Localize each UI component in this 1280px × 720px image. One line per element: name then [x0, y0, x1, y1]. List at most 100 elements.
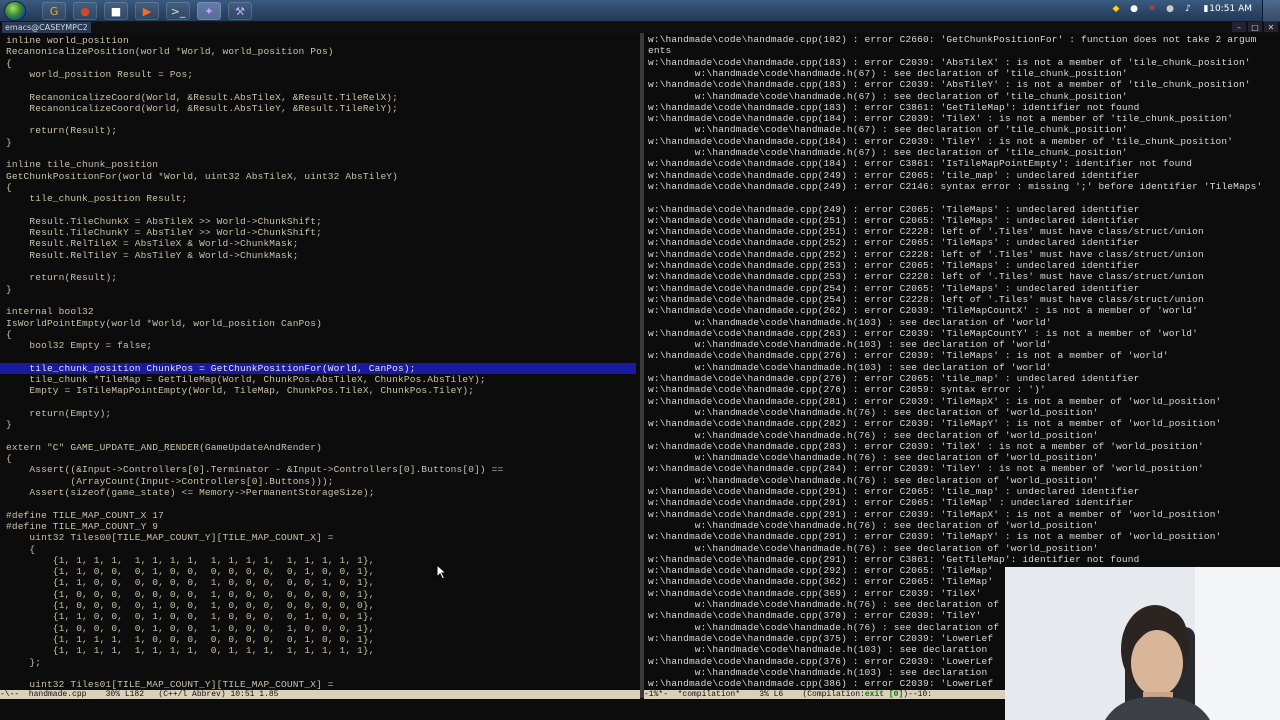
- compilation-error-line[interactable]: w:\handmade\code\handmade.h(103) : see d…: [648, 667, 987, 678]
- tray-icon[interactable]: ●: [1164, 3, 1176, 15]
- taskbar-app-button[interactable]: ■: [104, 2, 128, 20]
- tray-icon[interactable]: ✕: [1146, 3, 1158, 15]
- compilation-error-line[interactable]: w:\handmade\code\handmade.h(103) : see d…: [648, 339, 1052, 350]
- compilation-error-line[interactable]: w:\handmade\code\handmade.h(67) : see de…: [648, 91, 1128, 102]
- compilation-error-line[interactable]: w:\handmade\code\handmade.h(67) : see de…: [648, 124, 1128, 135]
- code-line: GetChunkPositionFor(world *World, uint32…: [6, 170, 399, 182]
- code-line: {1, 1, 1, 1, 1, 0, 0, 0, 0, 0, 0, 0, 0, …: [6, 633, 375, 645]
- compilation-error-line[interactable]: w:\handmade\code\handmade.cpp(184) : err…: [648, 136, 1233, 147]
- compilation-error-line[interactable]: w:\handmade\code\handmade.h(76) : see de…: [648, 407, 1099, 418]
- code-line: {1, 1, 0, 0, 0, 0, 0, 0, 1, 0, 0, 0, 0, …: [6, 577, 375, 589]
- compilation-error-line[interactable]: w:\handmade\code\handmade.cpp(251) : err…: [648, 215, 1139, 226]
- code-line: RecanonicalizePosition(world *World, wor…: [6, 46, 334, 58]
- compilation-error-line[interactable]: w:\handmade\code\handmade.cpp(184) : err…: [648, 113, 1233, 124]
- compilation-error-line[interactable]: w:\handmade\code\handmade.cpp(183) : err…: [648, 102, 1139, 113]
- code-editor-pane[interactable]: inline world_position RecanonicalizePosit…: [0, 33, 640, 690]
- compilation-error-line[interactable]: w:\handmade\code\handmade.cpp(291) : err…: [648, 486, 1139, 497]
- compilation-error-line[interactable]: w:\handmade\code\handmade.cpp(276) : err…: [648, 373, 1139, 384]
- code-line: #define TILE_MAP_COUNT_Y 9: [6, 520, 159, 532]
- compilation-error-line[interactable]: w:\handmade\code\handmade.cpp(291) : err…: [648, 509, 1221, 520]
- code-line: tile_chunk *TileMap = GetTileMap(World, …: [6, 374, 486, 385]
- compilation-error-line[interactable]: w:\handmade\code\handmade.h(76) : see de…: [648, 430, 1099, 441]
- compilation-error-line[interactable]: w:\handmade\code\handmade.cpp(183) : err…: [648, 57, 1251, 68]
- compilation-error-line[interactable]: w:\handmade\code\handmade.h(103) : see d…: [648, 362, 1052, 373]
- compilation-error-line[interactable]: w:\handmade\code\handmade.h(76) : see de…: [648, 452, 1099, 463]
- compilation-error-line[interactable]: w:\handmade\code\handmade.cpp(291) : err…: [648, 497, 1134, 508]
- compilation-error-line[interactable]: w:\handmade\code\handmade.cpp(263) : err…: [648, 328, 1198, 339]
- compilation-error-line[interactable]: w:\handmade\code\handmade.cpp(386) : err…: [648, 678, 993, 689]
- code-line: Result.TileChunkX = AbsTileX >> World->C…: [6, 215, 322, 227]
- compilation-error-line[interactable]: w:\handmade\code\handmade.cpp(370) : err…: [648, 610, 982, 621]
- compilation-error-line[interactable]: w:\handmade\code\handmade.cpp(282) : err…: [648, 418, 1221, 429]
- taskbar-app-button[interactable]: ▶: [135, 2, 159, 20]
- system-tray: ◆ ● ✕ ● ♪ ▮: [1110, 3, 1212, 15]
- compilation-error-line[interactable]: w:\handmade\code\handmade.cpp(291) : err…: [648, 554, 1139, 565]
- compilation-error-line[interactable]: w:\handmade\code\handmade.h(76) : see de…: [648, 599, 999, 610]
- compilation-modeline-right: )--10:: [903, 690, 933, 699]
- code-line: Assert(sizeof(game_state) <= Memory->Per…: [6, 487, 375, 498]
- webcam-overlay: [1005, 567, 1280, 720]
- code-line: {1, 1, 0, 0, 0, 1, 0, 0, 0, 0, 0, 0, 0, …: [6, 566, 375, 578]
- compilation-error-line[interactable]: w:\handmade\code\handmade.h(76) : see de…: [648, 475, 1099, 486]
- code-line-current: tile_chunk_position ChunkPos = GetChunkP…: [0, 362, 636, 374]
- compilation-error-line[interactable]: w:\handmade\code\handmade.cpp(253) : err…: [648, 260, 1139, 271]
- tray-icon[interactable]: ◆: [1110, 3, 1122, 15]
- compilation-error-line[interactable]: w:\handmade\code\handmade.h(67) : see de…: [648, 68, 1128, 79]
- compilation-error-line[interactable]: w:\handmade\code\handmade.cpp(369) : err…: [648, 588, 982, 599]
- compilation-error-line[interactable]: w:\handmade\code\handmade.cpp(249) : err…: [648, 204, 1139, 215]
- compilation-error-line[interactable]: w:\handmade\code\handmade.cpp(251) : err…: [648, 226, 1204, 237]
- compilation-error-line[interactable]: ents: [648, 45, 671, 56]
- code-line: Assert((&Input->Controllers[0].Terminato…: [6, 464, 504, 476]
- maximize-button[interactable]: □: [1248, 22, 1262, 32]
- compilation-exit-status: exit [0]: [864, 690, 904, 699]
- compilation-error-line[interactable]: w:\handmade\code\handmade.h(67) : see de…: [648, 147, 1128, 158]
- taskbar-app-button[interactable]: ⚒: [228, 2, 252, 20]
- code-line: {1, 0, 0, 0, 0, 1, 0, 0, 1, 0, 0, 0, 0, …: [6, 600, 375, 611]
- show-desktop-button[interactable]: [1262, 0, 1280, 22]
- compilation-error-line[interactable]: w:\handmade\code\handmade.cpp(253) : err…: [648, 271, 1204, 282]
- minimize-button[interactable]: –: [1232, 22, 1246, 32]
- compilation-error-line[interactable]: w:\handmade\code\handmade.cpp(276) : err…: [648, 350, 1169, 361]
- tray-icon[interactable]: ●: [1128, 3, 1140, 15]
- close-button[interactable]: ✕: [1264, 22, 1278, 32]
- compilation-error-line[interactable]: w:\handmade\code\handmade.cpp(262) : err…: [648, 305, 1198, 316]
- compilation-error-line[interactable]: w:\handmade\code\handmade.cpp(252) : err…: [648, 237, 1139, 248]
- code-line: (ArrayCount(Input->Controllers[0].Button…: [6, 475, 334, 487]
- taskbar-app-button[interactable]: ✦: [197, 2, 221, 20]
- taskbar-app-button[interactable]: ●: [73, 2, 97, 20]
- compilation-error-line[interactable]: w:\handmade\code\handmade.cpp(281) : err…: [648, 396, 1221, 407]
- compilation-error-line[interactable]: w:\handmade\code\handmade.cpp(291) : err…: [648, 531, 1221, 542]
- taskbar-app-button[interactable]: G: [42, 2, 66, 20]
- compilation-error-line[interactable]: w:\handmade\code\handmade.cpp(376) : err…: [648, 656, 993, 667]
- tray-icon[interactable]: ♪: [1182, 3, 1194, 15]
- window-title: emacs@CASEYMPC2: [2, 22, 91, 33]
- clock[interactable]: 10:51 AM: [1209, 4, 1252, 14]
- compilation-error-line[interactable]: w:\handmade\code\handmade.cpp(182) : err…: [648, 34, 1257, 45]
- compilation-error-line[interactable]: w:\handmade\code\handmade.cpp(254) : err…: [648, 283, 1139, 294]
- compilation-error-line[interactable]: w:\handmade\code\handmade.h(103) : see d…: [648, 644, 987, 655]
- compilation-error-line[interactable]: w:\handmade\code\handmade.cpp(375) : err…: [648, 633, 993, 644]
- code-line: internal bool32: [6, 306, 94, 318]
- compilation-error-line[interactable]: w:\handmade\code\handmade.cpp(254) : err…: [648, 294, 1204, 305]
- code-line: #define TILE_MAP_COUNT_X 17: [6, 509, 164, 521]
- compilation-error-line[interactable]: w:\handmade\code\handmade.cpp(292) : err…: [648, 565, 993, 576]
- compilation-error-line[interactable]: w:\handmade\code\handmade.h(103) : see d…: [648, 317, 1052, 328]
- compilation-error-line[interactable]: w:\handmade\code\handmade.cpp(249) : err…: [648, 170, 1139, 181]
- compilation-error-line[interactable]: w:\handmade\code\handmade.h(76) : see de…: [648, 520, 1099, 531]
- compilation-error-line[interactable]: w:\handmade\code\handmade.cpp(362) : err…: [648, 576, 993, 587]
- compilation-error-line[interactable]: w:\handmade\code\handmade.cpp(284) : err…: [648, 463, 1204, 474]
- code-line: {1, 0, 0, 0, 0, 1, 0, 0, 1, 0, 0, 0, 1, …: [6, 622, 375, 634]
- window-controls: – □ ✕: [1232, 22, 1278, 32]
- taskbar-app-button[interactable]: >_: [166, 2, 190, 20]
- compilation-error-line[interactable]: w:\handmade\code\handmade.h(76) : see de…: [648, 622, 999, 633]
- code-line: Result.RelTileX = AbsTileX & World->Chun…: [6, 238, 299, 250]
- compilation-error-line[interactable]: w:\handmade\code\handmade.cpp(183) : err…: [648, 79, 1251, 90]
- compilation-error-line[interactable]: w:\handmade\code\handmade.cpp(184) : err…: [648, 158, 1192, 169]
- code-line: uint32 Tiles01[TILE_MAP_COUNT_Y][TILE_MA…: [6, 679, 334, 690]
- start-button[interactable]: [4, 1, 26, 21]
- compilation-error-line[interactable]: w:\handmade\code\handmade.cpp(252) : err…: [648, 249, 1204, 260]
- compilation-error-line[interactable]: w:\handmade\code\handmade.h(76) : see de…: [648, 543, 1099, 554]
- compilation-error-line[interactable]: w:\handmade\code\handmade.cpp(249) : err…: [648, 181, 1262, 192]
- compilation-error-line[interactable]: w:\handmade\code\handmade.cpp(276) : err…: [648, 384, 1046, 395]
- compilation-error-line[interactable]: w:\handmade\code\handmade.cpp(283) : err…: [648, 441, 1204, 452]
